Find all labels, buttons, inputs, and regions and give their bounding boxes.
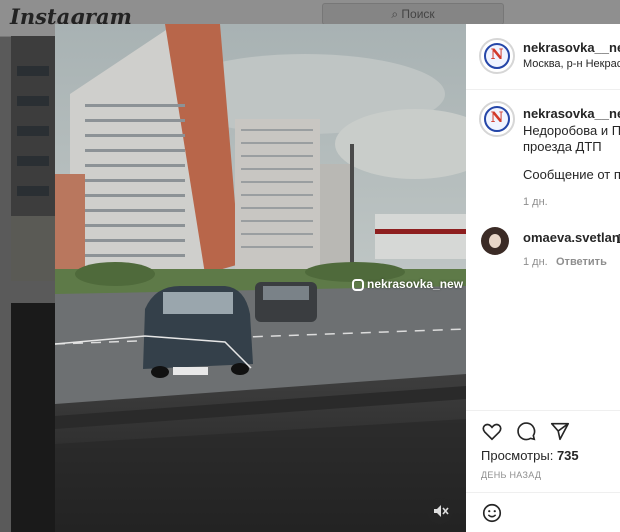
caption-line-3: Сообщение от по <box>523 167 620 182</box>
post-details-panel: N nekrasovka__new Москва, р-н Некрасо N … <box>466 24 620 532</box>
caption-line-1: Недоробова и Пр <box>523 123 620 138</box>
posted-ago: ДЕНЬ НАЗАД <box>481 470 542 480</box>
comment-icon[interactable] <box>515 420 537 442</box>
post-location[interactable]: Москва, р-н Некрасо <box>523 58 620 70</box>
caption-time: 1 дн. <box>523 196 548 208</box>
post-header: N nekrasovka__new Москва, р-н Некрасо <box>466 24 620 90</box>
heart-icon[interactable] <box>481 420 503 442</box>
caption-username[interactable]: nekrasovka__new <box>523 106 620 121</box>
background-post-thumbnail <box>11 303 55 532</box>
comment-text: 1 <box>616 231 620 246</box>
instagram-glyph-icon <box>352 279 364 291</box>
comment-time: 1 дн. <box>523 256 548 268</box>
search-box[interactable]: ⌕ Поиск <box>322 3 504 25</box>
mute-button[interactable] <box>427 498 453 524</box>
caption-line-2: проезда ДТП <box>523 139 602 154</box>
post-video[interactable]: nekrasovka_new <box>55 24 466 532</box>
background-post-thumbnail <box>11 36 55 281</box>
comment-username[interactable]: omaeva.svetlana <box>523 230 620 245</box>
mute-icon <box>434 505 449 517</box>
comment-avatar[interactable] <box>481 227 509 255</box>
watermark-text: nekrasovka_new <box>367 277 464 291</box>
add-comment-row <box>466 492 620 532</box>
author-avatar[interactable]: N <box>479 38 515 74</box>
reply-button[interactable]: Ответить <box>556 256 607 268</box>
author-username[interactable]: nekrasovka__new <box>523 40 620 55</box>
search-placeholder: Поиск <box>401 7 435 21</box>
caption-author-avatar[interactable]: N <box>479 101 515 137</box>
emoji-icon[interactable] <box>481 502 503 524</box>
views-count: Просмотры: 735 <box>481 448 579 463</box>
video-watermark: nekrasovka_new <box>352 277 463 295</box>
search-icon: ⌕ <box>391 7 402 21</box>
share-icon[interactable] <box>549 420 571 442</box>
